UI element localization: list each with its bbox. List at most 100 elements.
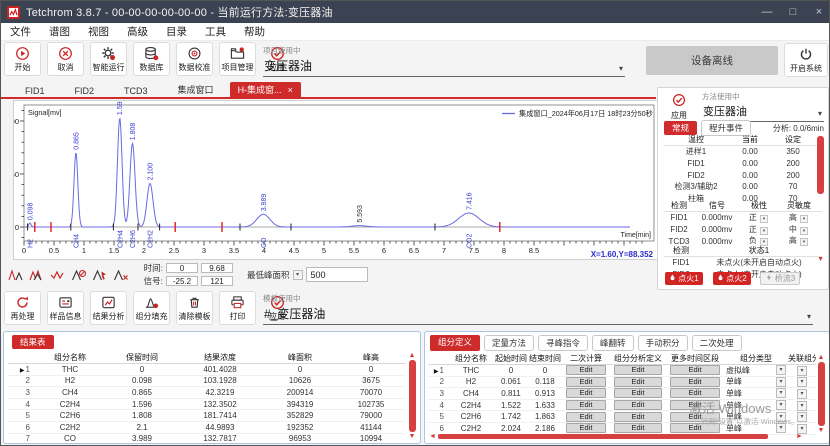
tab-手动积分[interactable]: 手动积分	[638, 335, 688, 351]
toolbar-button-cancel[interactable]: 取消	[47, 42, 84, 76]
tool-peak-x-button[interactable]	[111, 264, 131, 286]
device-offline-button[interactable]: 设备离线	[646, 46, 778, 75]
toolbar-button-gear[interactable]: 智能运行	[90, 42, 127, 76]
temp-table-scrollbar[interactable]	[815, 135, 825, 195]
signal-min-input[interactable]	[166, 276, 198, 286]
menu-高级[interactable]: 高级	[118, 24, 157, 39]
result-row[interactable]: 6C2H22.144.989319235241144	[8, 422, 406, 434]
toolbar-button-play[interactable]: 开始	[4, 42, 41, 76]
menu-视图[interactable]: 视图	[79, 24, 118, 39]
definition-row[interactable]: 2H20.0610.118EditEditEdit单峰▾▾	[428, 377, 816, 389]
scroll-left-icon[interactable]: ◄	[429, 433, 436, 440]
result-row[interactable]: 4C2H41.596132.3502394319102735	[8, 399, 406, 411]
component-type-select[interactable]: 虚拟峰▾	[724, 365, 788, 376]
bridge-current-button[interactable]: 桥流3	[760, 272, 800, 285]
ignite-1-button[interactable]: 点火1	[665, 272, 703, 285]
chevron-down-icon[interactable]: ▾	[760, 227, 768, 235]
edit-time-range-button[interactable]: Edit	[670, 365, 719, 375]
edit-analysis-definition-button[interactable]: Edit	[614, 377, 662, 387]
chevron-down-icon[interactable]: ▾	[293, 270, 303, 280]
scroll-down-icon[interactable]: ▼	[817, 256, 824, 263]
related-component-select[interactable]: ▾	[788, 365, 816, 376]
tab-二次处理[interactable]: 二次处理	[692, 335, 742, 351]
chevron-down-icon[interactable]: ▾	[619, 64, 623, 73]
device-tab-常规[interactable]: 常规	[664, 121, 697, 135]
related-component-select[interactable]: ▾	[788, 388, 816, 399]
chevron-down-icon[interactable]: ▾	[818, 109, 822, 118]
tab-寻峰指令[interactable]: 寻峰指令	[538, 335, 588, 351]
toolbar-button-peak-fill[interactable]: 组分填充	[133, 291, 170, 325]
signal-tab-集成窗口[interactable]: 集成窗口	[164, 82, 228, 97]
chromatogram-svg[interactable]: 05010000.511.522.533.544.555.566.577.588…	[14, 101, 660, 259]
edit-secondary-calc-button[interactable]: Edit	[566, 377, 607, 387]
toolbar-button-reprocess[interactable]: 再处理	[4, 291, 41, 325]
toolbar-button-print[interactable]: 打印	[219, 291, 256, 325]
tool-peak-cursor-button[interactable]	[90, 264, 110, 286]
edit-secondary-calc-button[interactable]: Edit	[566, 388, 607, 398]
result-row[interactable]: 5C2H61.808181.741435282979000	[8, 410, 406, 422]
method-apply-button[interactable]: 应用	[664, 90, 694, 124]
scroll-thumb[interactable]	[817, 136, 824, 194]
scroll-up-icon[interactable]: ▲	[818, 354, 825, 361]
edit-time-range-button[interactable]: Edit	[670, 377, 719, 387]
menu-文件[interactable]: 文件	[1, 24, 40, 39]
toolbar-button-trash[interactable]: 清除模板	[176, 291, 213, 325]
edit-analysis-definition-button[interactable]: Edit	[614, 400, 662, 410]
toolbar-button-result-analysis[interactable]: 结果分析	[90, 291, 127, 325]
edit-secondary-calc-button[interactable]: Edit	[566, 365, 607, 375]
chevron-down-icon[interactable]: ▾	[776, 377, 786, 387]
toolbar-button-sample-info[interactable]: 样品信息	[47, 291, 84, 325]
time-end-input[interactable]	[201, 263, 233, 273]
scroll-thumb[interactable]	[409, 360, 416, 432]
definition-vertical-scrollbar[interactable]: ▲ ▼	[816, 354, 826, 434]
edit-time-range-button[interactable]: Edit	[670, 388, 719, 398]
edit-secondary-calc-button[interactable]: Edit	[566, 400, 607, 410]
toolbar-button-database[interactable]: 数据库	[133, 42, 170, 76]
tool-overlap-peaks-button[interactable]	[27, 264, 47, 286]
ignite-2-button[interactable]: 点火2	[713, 272, 751, 285]
signal-max-input[interactable]	[201, 276, 233, 286]
edit-analysis-definition-button[interactable]: Edit	[614, 388, 662, 398]
chevron-down-icon[interactable]: ▾	[807, 312, 811, 321]
chromatogram-panel[interactable]: 05010000.511.522.533.544.555.566.577.588…	[13, 100, 661, 260]
template-field[interactable]: 模板使用中 #_变压器油 ▾	[263, 293, 813, 325]
chevron-down-icon[interactable]: ▾	[776, 400, 786, 410]
chevron-down-icon[interactable]: ▾	[800, 227, 808, 235]
chevron-down-icon[interactable]: ▾	[776, 365, 786, 375]
tab-组分定义[interactable]: 组分定义	[430, 335, 480, 351]
signal-tab-active[interactable]: H-集成窗...×	[230, 82, 301, 97]
scroll-thumb[interactable]	[818, 362, 825, 426]
chevron-down-icon[interactable]: ▾	[800, 215, 808, 223]
scroll-right-icon[interactable]: ►	[796, 433, 803, 440]
result-row[interactable]: 7CO3.989132.78179695310994	[8, 434, 406, 446]
results-vertical-scrollbar[interactable]: ▲ ▼	[407, 352, 417, 440]
tab-results[interactable]: 结果表	[12, 335, 54, 349]
component-type-select[interactable]: 单峰▾	[724, 376, 788, 387]
signal-tab-TCD3[interactable]: TCD3	[110, 85, 162, 97]
min-peak-area-input[interactable]	[306, 267, 368, 282]
signal-tab-FID1[interactable]: FID1	[11, 85, 59, 97]
chevron-down-icon[interactable]: ▾	[776, 388, 786, 398]
signal-tab-FID2[interactable]: FID2	[61, 85, 109, 97]
tool-valley-button[interactable]	[48, 264, 68, 286]
chevron-down-icon[interactable]: ▾	[760, 215, 768, 223]
method-field[interactable]: 方法使用中 变压器油 ▾	[702, 91, 824, 122]
scroll-down-icon[interactable]: ▼	[818, 427, 825, 434]
related-component-select[interactable]: ▾	[788, 376, 816, 387]
edit-analysis-definition-button[interactable]: Edit	[614, 365, 662, 375]
toolbar-button-folder[interactable]: 项目管理	[219, 42, 256, 76]
scroll-thumb[interactable]	[438, 434, 768, 439]
result-row[interactable]: ▶1THC0401.402800	[8, 364, 406, 376]
result-row[interactable]: 3CH40.86542.321920091470070	[8, 387, 406, 399]
scroll-down-icon[interactable]: ▼	[409, 433, 416, 440]
edit-secondary-calc-button[interactable]: Edit	[566, 412, 607, 422]
scroll-up-icon[interactable]: ▲	[409, 352, 416, 359]
definition-row[interactable]: ▶1THC00EditEditEdit虚拟峰▾▾	[428, 365, 816, 377]
edit-analysis-definition-button[interactable]: Edit	[614, 412, 662, 422]
menu-目录[interactable]: 目录	[157, 24, 196, 39]
result-row[interactable]: 2H20.098103.1928106263675	[8, 376, 406, 388]
tab-峰翻转[interactable]: 峰翻转	[592, 335, 634, 351]
toolbar-button-calibrate[interactable]: 数据校准	[176, 42, 213, 76]
power-system-button[interactable]: 开启系统	[784, 43, 828, 77]
tab-定量方法[interactable]: 定量方法	[484, 335, 534, 351]
